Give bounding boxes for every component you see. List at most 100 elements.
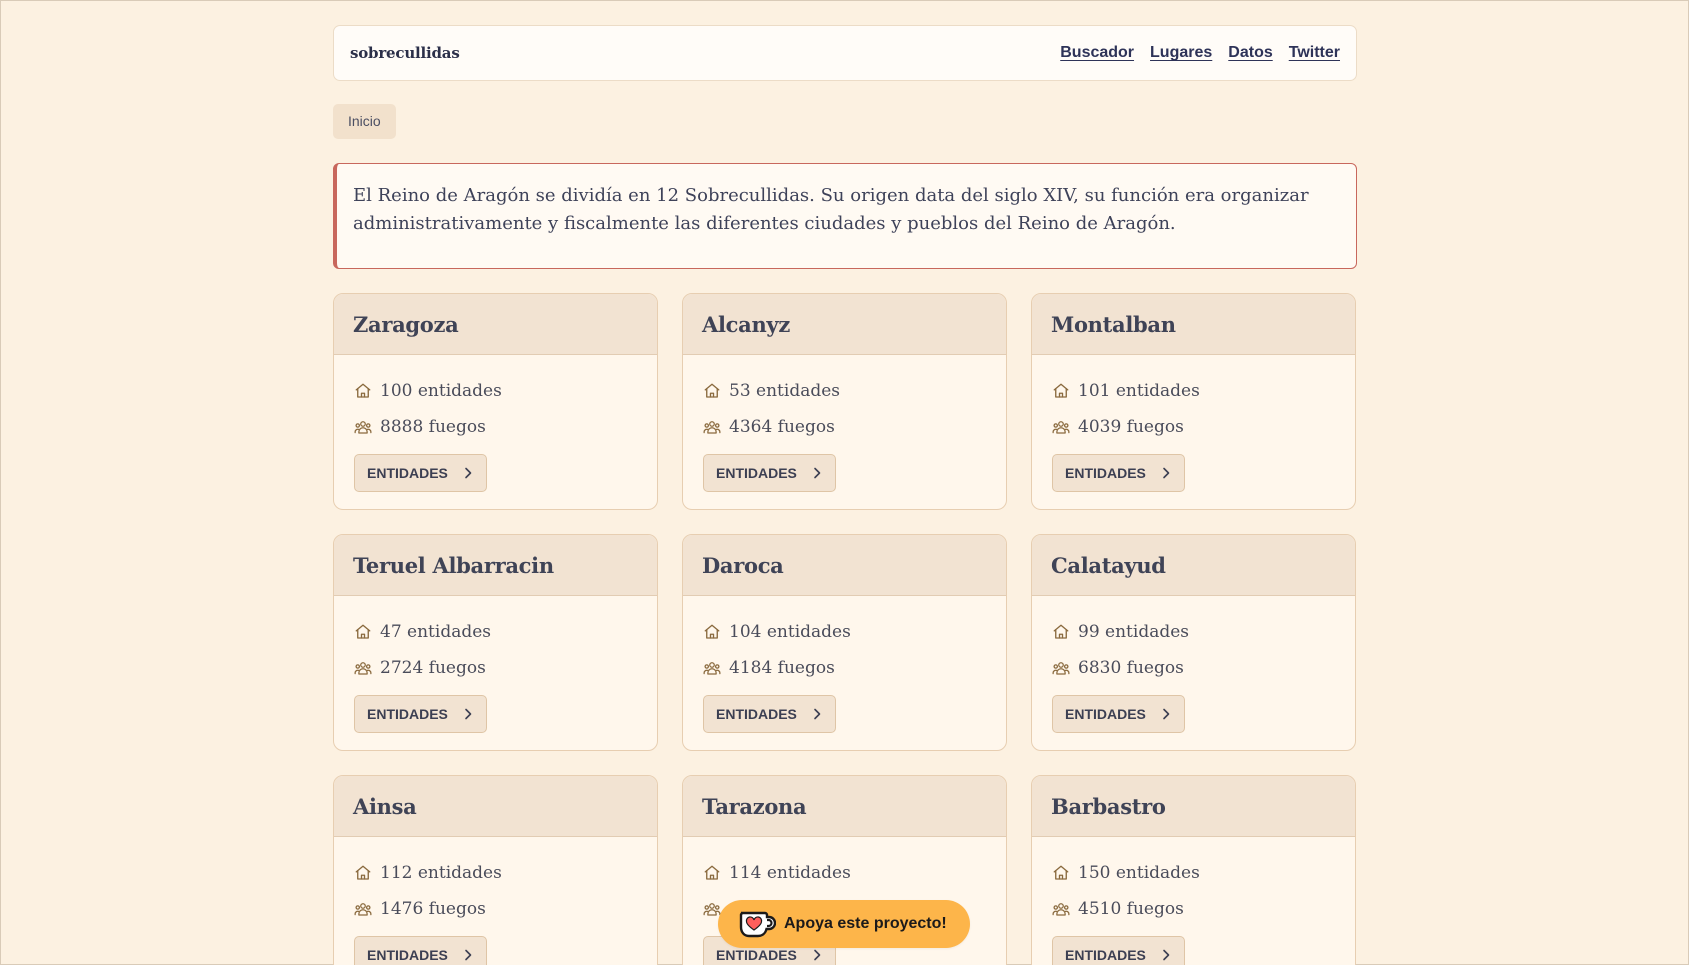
users-group-icon bbox=[703, 662, 721, 675]
chevron-right-icon bbox=[1163, 708, 1170, 720]
card-header: Montalban bbox=[1032, 294, 1355, 355]
chevron-right-icon bbox=[465, 708, 472, 720]
entities-stat: 99 entidades bbox=[1052, 614, 1335, 650]
card-header: Ainsa bbox=[334, 776, 657, 837]
main-nav: Buscador Lugares Datos Twitter bbox=[1060, 44, 1340, 62]
entidades-button[interactable]: ENTIDADES bbox=[1052, 936, 1185, 965]
sobrecullida-card: Teruel Albarracin 47 entidades 2724 fueg… bbox=[333, 534, 658, 751]
support-project-button[interactable]: Apoya este proyecto! bbox=[718, 900, 970, 948]
support-label: Apoya este proyecto! bbox=[784, 915, 947, 932]
card-title: Daroca bbox=[702, 552, 784, 578]
entities-count: 150 entidades bbox=[1078, 863, 1200, 883]
card-title: Montalban bbox=[1051, 311, 1176, 337]
ko-fi-cup-icon bbox=[739, 911, 776, 938]
card-title: Alcanyz bbox=[702, 311, 790, 337]
sobrecullida-card: Calatayud 99 entidades 6830 fuegos ENTID… bbox=[1031, 534, 1356, 751]
entidades-button-label: ENTIDADES bbox=[367, 465, 448, 481]
card-body: 101 entidades 4039 fuegos ENTIDADES bbox=[1032, 355, 1355, 492]
sobrecullida-card: Barbastro 150 entidades 4510 fuegos ENTI… bbox=[1031, 775, 1356, 965]
fires-count: 1476 fuegos bbox=[380, 899, 486, 919]
nav-link-buscador[interactable]: Buscador bbox=[1060, 44, 1134, 62]
fires-count: 8888 fuegos bbox=[380, 417, 486, 437]
intro-callout: El Reino de Aragón se dividía en 12 Sobr… bbox=[333, 163, 1357, 269]
home-icon bbox=[704, 865, 720, 880]
page-container: sobrecullidas Buscador Lugares Datos Twi… bbox=[333, 25, 1357, 965]
entities-stat: 104 entidades bbox=[703, 614, 986, 650]
entidades-button-label: ENTIDADES bbox=[716, 706, 797, 722]
fires-stat: 2724 fuegos bbox=[354, 650, 637, 686]
users-group-icon bbox=[1052, 662, 1070, 675]
home-icon bbox=[704, 624, 720, 639]
intro-text: El Reino de Aragón se dividía en 12 Sobr… bbox=[353, 185, 1309, 234]
fires-stat: 4184 fuegos bbox=[703, 650, 986, 686]
entities-count: 112 entidades bbox=[380, 863, 502, 883]
nav-link-datos[interactable]: Datos bbox=[1228, 44, 1272, 62]
card-title: Teruel Albarracin bbox=[353, 552, 554, 578]
entidades-button-label: ENTIDADES bbox=[367, 947, 448, 963]
users-group-icon bbox=[703, 421, 721, 434]
sobrecullida-card: Montalban 101 entidades 4039 fuegos ENTI… bbox=[1031, 293, 1356, 510]
entidades-button-label: ENTIDADES bbox=[716, 465, 797, 481]
card-header: Alcanyz bbox=[683, 294, 1006, 355]
entities-stat: 150 entidades bbox=[1052, 855, 1335, 891]
card-title: Zaragoza bbox=[353, 311, 459, 337]
entidades-button[interactable]: ENTIDADES bbox=[354, 695, 487, 733]
fires-count: 4364 fuegos bbox=[729, 417, 835, 437]
chevron-right-icon bbox=[1163, 949, 1170, 961]
card-body: 100 entidades 8888 fuegos ENTIDADES bbox=[334, 355, 657, 492]
card-body: 47 entidades 2724 fuegos ENTIDADES bbox=[334, 596, 657, 733]
entidades-button-label: ENTIDADES bbox=[1065, 706, 1146, 722]
fires-stat: 8888 fuegos bbox=[354, 409, 637, 445]
fires-stat: 1476 fuegos bbox=[354, 891, 637, 927]
home-icon bbox=[355, 865, 371, 880]
users-group-icon bbox=[1052, 421, 1070, 434]
chevron-right-icon bbox=[465, 467, 472, 479]
fires-stat: 4510 fuegos bbox=[1052, 891, 1335, 927]
sobrecullida-card: Alcanyz 53 entidades 4364 fuegos ENTIDAD… bbox=[682, 293, 1007, 510]
users-group-icon bbox=[354, 421, 372, 434]
card-header: Teruel Albarracin bbox=[334, 535, 657, 596]
fires-count: 6830 fuegos bbox=[1078, 658, 1184, 678]
card-body: 99 entidades 6830 fuegos ENTIDADES bbox=[1032, 596, 1355, 733]
sobrecullida-card: Ainsa 112 entidades 1476 fuegos ENTIDADE… bbox=[333, 775, 658, 965]
sobrecullida-card: Zaragoza 100 entidades 8888 fuegos ENTID… bbox=[333, 293, 658, 510]
card-header: Tarazona bbox=[683, 776, 1006, 837]
entidades-button-label: ENTIDADES bbox=[1065, 465, 1146, 481]
entidades-button[interactable]: ENTIDADES bbox=[354, 454, 487, 492]
home-icon bbox=[704, 383, 720, 398]
entities-count: 100 entidades bbox=[380, 381, 502, 401]
nav-link-twitter[interactable]: Twitter bbox=[1289, 44, 1340, 62]
site-logo[interactable]: sobrecullidas bbox=[350, 44, 460, 62]
card-body: 150 entidades 4510 fuegos ENTIDADES bbox=[1032, 837, 1355, 965]
entidades-button[interactable]: ENTIDADES bbox=[1052, 454, 1185, 492]
card-title: Barbastro bbox=[1051, 793, 1166, 819]
entidades-button[interactable]: ENTIDADES bbox=[703, 695, 836, 733]
home-icon bbox=[1053, 624, 1069, 639]
breadcrumb-home[interactable]: Inicio bbox=[333, 104, 396, 139]
fires-stat: 4039 fuegos bbox=[1052, 409, 1335, 445]
chevron-right-icon bbox=[465, 949, 472, 961]
entidades-button[interactable]: ENTIDADES bbox=[354, 936, 487, 965]
entities-stat: 100 entidades bbox=[354, 373, 637, 409]
card-body: 104 entidades 4184 fuegos ENTIDADES bbox=[683, 596, 1006, 733]
entidades-button-label: ENTIDADES bbox=[716, 947, 797, 963]
fires-count: 4039 fuegos bbox=[1078, 417, 1184, 437]
entidades-button-label: ENTIDADES bbox=[1065, 947, 1146, 963]
chevron-right-icon bbox=[814, 708, 821, 720]
nav-link-lugares[interactable]: Lugares bbox=[1150, 44, 1212, 62]
entidades-button-label: ENTIDADES bbox=[367, 706, 448, 722]
entities-count: 104 entidades bbox=[729, 622, 851, 642]
home-icon bbox=[1053, 383, 1069, 398]
entidades-button[interactable]: ENTIDADES bbox=[703, 454, 836, 492]
fires-stat: 6830 fuegos bbox=[1052, 650, 1335, 686]
sobrecullida-card: Daroca 104 entidades 4184 fuegos ENTIDAD… bbox=[682, 534, 1007, 751]
entities-stat: 53 entidades bbox=[703, 373, 986, 409]
card-body: 112 entidades 1476 fuegos ENTIDADES bbox=[334, 837, 657, 965]
card-title: Calatayud bbox=[1051, 552, 1166, 578]
entidades-button[interactable]: ENTIDADES bbox=[1052, 695, 1185, 733]
fires-count: 4510 fuegos bbox=[1078, 899, 1184, 919]
entities-stat: 47 entidades bbox=[354, 614, 637, 650]
users-group-icon bbox=[354, 903, 372, 916]
chevron-right-icon bbox=[814, 949, 821, 961]
site-header: sobrecullidas Buscador Lugares Datos Twi… bbox=[333, 25, 1357, 81]
